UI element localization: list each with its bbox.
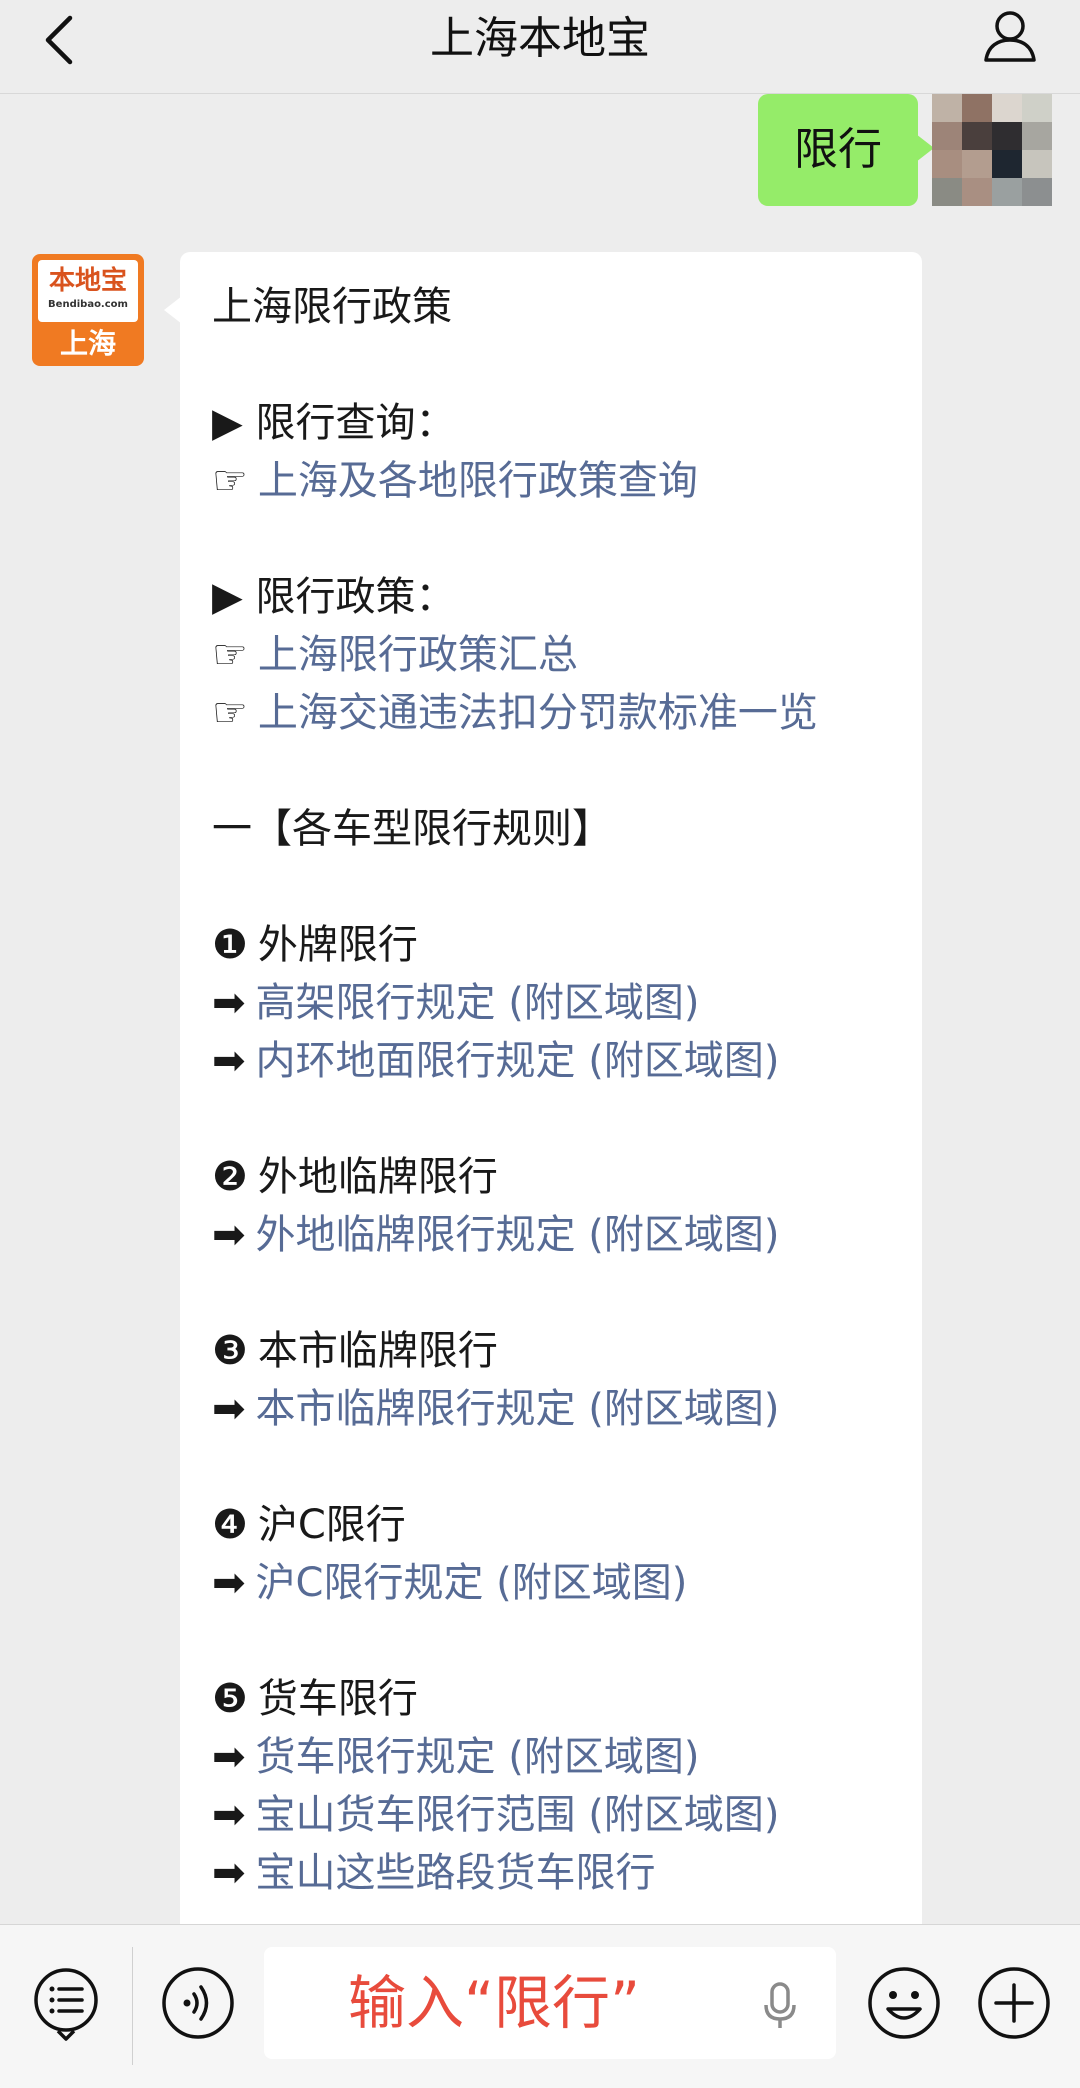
link-nonlocal-temp-plate-rules[interactable]: 外地临牌限行规定 (附区域图) bbox=[256, 1212, 780, 1258]
top-bar: 上海本地宝 bbox=[0, 0, 1080, 94]
arrow-right-icon: ➡ bbox=[212, 1560, 246, 1606]
section-heading-query: ▶ 限行查询： bbox=[212, 400, 456, 446]
number-3-icon: ❸ bbox=[212, 1328, 248, 1374]
pointing-hand-icon: ☞ bbox=[212, 690, 248, 736]
link-huc-plate-rules[interactable]: 沪C限行规定 (附区域图) bbox=[256, 1560, 688, 1606]
link-baoshan-truck-roads[interactable]: 宝山这些路段货车限行 bbox=[256, 1850, 656, 1896]
pointing-hand-icon: ☞ bbox=[212, 458, 248, 504]
microphone-icon bbox=[764, 1982, 796, 2028]
mic-button[interactable] bbox=[760, 1981, 800, 2031]
bot-avatar[interactable]: 本地宝 Bendibao.com 上海 bbox=[32, 254, 144, 366]
number-5-icon: ❺ bbox=[212, 1676, 248, 1722]
list-menu-icon bbox=[34, 1968, 98, 2041]
voice-icon bbox=[162, 1967, 234, 2039]
sent-message-row: 限行 bbox=[652, 94, 1052, 206]
group-title: ❺ 货车限行 bbox=[212, 1676, 418, 1722]
link-query[interactable]: 上海及各地限行政策查询 bbox=[258, 458, 698, 504]
voice-button[interactable] bbox=[160, 1965, 236, 2041]
number-1-icon: ❶ bbox=[212, 922, 248, 968]
link-baoshan-truck-area[interactable]: 宝山货车限行范围 (附区域图) bbox=[256, 1792, 780, 1838]
arrow-right-icon: ➡ bbox=[212, 1792, 246, 1838]
brand-city: 上海 bbox=[59, 327, 116, 360]
chat-area[interactable]: 限行 本地宝 Bendibao.com 上海 上海限行政策 ▶ 限行查询： ☞ … bbox=[0, 94, 1080, 1924]
arrow-right-icon: ➡ bbox=[212, 1386, 246, 1432]
pointing-hand-icon: ☞ bbox=[212, 632, 248, 678]
link-traffic-penalties[interactable]: 上海交通违法扣分罚款标准一览 bbox=[258, 690, 818, 736]
group-title: ❶ 外牌限行 bbox=[212, 922, 418, 968]
link-inner-ring-rules[interactable]: 内环地面限行规定 (附区域图) bbox=[256, 1038, 780, 1084]
brand-logo: 本地宝 Bendibao.com bbox=[38, 260, 138, 322]
more-options-button[interactable] bbox=[976, 1965, 1052, 2041]
bot-message-bubble: 上海限行政策 ▶ 限行查询： ☞ 上海及各地限行政策查询 ▶ 限行政策： ☞ 上海限… bbox=[164, 252, 922, 1924]
chat-title: 上海本地宝 bbox=[430, 13, 650, 64]
message-input[interactable]: 输入“限行” bbox=[264, 1947, 836, 2059]
number-2-icon: ❷ bbox=[212, 1154, 248, 1200]
group-title: ❸ 本市临牌限行 bbox=[212, 1328, 498, 1374]
message-title: 上海限行政策 bbox=[212, 284, 452, 330]
link-local-temp-plate-rules[interactable]: 本市临牌限行规定 (附区域图) bbox=[256, 1386, 780, 1432]
arrow-right-icon: ➡ bbox=[212, 1212, 246, 1258]
number-4-icon: ❹ bbox=[212, 1502, 248, 1548]
plus-icon bbox=[978, 1967, 1050, 2039]
menu-button[interactable] bbox=[28, 1965, 104, 2041]
link-elevated-road-rules[interactable]: 高架限行规定 (附区域图) bbox=[256, 980, 700, 1026]
rules-heading: 一【各车型限行规则】 bbox=[212, 806, 612, 852]
group-title: ❷ 外地临牌限行 bbox=[212, 1154, 498, 1200]
section-heading-policy: ▶ 限行政策： bbox=[212, 574, 456, 620]
message-input-text: 输入“限行” bbox=[348, 1969, 641, 2037]
sent-message-bubble[interactable]: 限行 bbox=[758, 94, 934, 206]
bottom-input-bar: 输入“限行” bbox=[0, 1924, 1080, 2088]
arrow-right-icon: ➡ bbox=[212, 1734, 246, 1780]
link-policy-summary[interactable]: 上海限行政策汇总 bbox=[258, 632, 578, 678]
user-avatar[interactable] bbox=[932, 94, 1052, 206]
group-title: ❹ 沪C限行 bbox=[212, 1502, 406, 1548]
divider bbox=[132, 1947, 133, 2065]
arrow-right-icon: ➡ bbox=[212, 1038, 246, 1084]
arrow-right-icon: ➡ bbox=[212, 980, 246, 1026]
arrow-right-icon: ➡ bbox=[212, 1850, 246, 1896]
emoji-button[interactable] bbox=[866, 1965, 942, 2041]
profile-button[interactable] bbox=[980, 6, 1040, 66]
emoji-icon bbox=[868, 1967, 940, 2039]
link-truck-rules[interactable]: 货车限行规定 (附区域图) bbox=[256, 1734, 700, 1780]
person-icon bbox=[984, 11, 1036, 62]
